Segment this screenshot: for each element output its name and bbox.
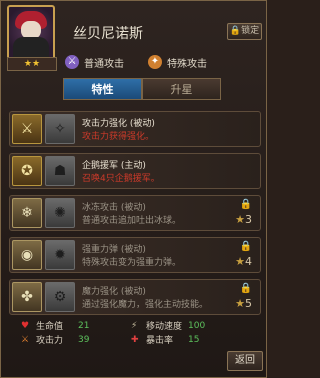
normal-attack-type: ⚔ 普通攻击: [65, 55, 124, 70]
star-icon: ★: [235, 297, 245, 310]
tab-traits[interactable]: 特性: [63, 78, 142, 100]
skill-name: 企鹅援军 (主动): [82, 161, 146, 171]
lock-icon: 🔒: [239, 241, 252, 252]
stat-row: ♥ 生命值 21 ⚡ 移动速度 100: [21, 319, 241, 333]
lock-label: 锁定: [241, 26, 260, 36]
skill-name: 冰冻攻击 (被动): [82, 203, 146, 213]
normal-attack-label: 普通攻击: [84, 58, 124, 70]
skill-name: 强重力弹 (被动): [82, 245, 146, 255]
stat-value: 100: [188, 320, 206, 331]
skill-item[interactable]: ✤ ⚙ 魔力强化 (被动) 通过强化魔力，强化主动技能。 🔒 ★5: [9, 279, 261, 315]
stat-label: 生命值: [36, 322, 64, 332]
tab-bar: 特性 升星: [63, 78, 221, 100]
stat-crit: ✚ 暴击率 15: [131, 333, 241, 347]
magic-icon: ✦: [148, 55, 162, 69]
gravity-bomb-icon: ◉: [12, 240, 42, 270]
lock-icon: 🔒: [239, 283, 252, 294]
skill-desc: 特殊攻击变为强重力弹。: [82, 258, 182, 268]
attack-boost-icon: ⚔: [12, 114, 42, 144]
rune-slot-icon: ⚙: [45, 282, 75, 312]
stat-row: ⚔ 攻击力 39 ✚ 暴击率 15: [21, 333, 241, 347]
hero-portrait[interactable]: [7, 5, 55, 61]
stat-value: 39: [78, 334, 90, 345]
hero-stars: ★★: [7, 57, 57, 71]
stat-attack: ⚔ 攻击力 39: [21, 333, 131, 347]
star-requirement: ★4: [235, 255, 252, 268]
rune-slot-icon: ✹: [45, 240, 75, 270]
boot-icon: ⚡: [131, 320, 138, 331]
tab-star-up[interactable]: 升星: [142, 78, 221, 100]
rune-slot-icon: ☗: [45, 156, 75, 186]
star-requirement-value: 3: [245, 213, 252, 226]
stat-move-speed: ⚡ 移动速度 100: [131, 319, 241, 333]
skill-item[interactable]: ✪ ☗ 企鹅援军 (主动) 召唤4只企鹅援军。: [9, 153, 261, 189]
stat-value: 21: [78, 320, 90, 331]
skill-desc: 普通攻击追加吐出冰球。: [82, 216, 182, 226]
stat-label: 攻击力: [36, 336, 64, 346]
skill-item[interactable]: ❄ ✺ 冰冻攻击 (被动) 普通攻击追加吐出冰球。 🔒 ★3: [9, 195, 261, 231]
special-attack-label: 特殊攻击: [167, 58, 207, 70]
star-requirement: ★3: [235, 213, 252, 226]
skill-desc: 攻击力获得强化。: [82, 132, 155, 142]
skill-item[interactable]: ◉ ✹ 强重力弹 (被动) 特殊攻击变为强重力弹。 🔒 ★4: [9, 237, 261, 273]
rune-slot-icon: ✺: [45, 198, 75, 228]
special-attack-type: ✦ 特殊攻击: [148, 55, 207, 70]
star-icon: ★: [235, 255, 245, 268]
star-requirement: ★5: [235, 297, 252, 310]
star-requirement-value: 5: [245, 297, 252, 310]
skill-list: ⚔ ✧ 攻击力强化 (被动) 攻击力获得强化。 ✪ ☗ 企鹅援军 (主动) 召唤…: [9, 111, 261, 321]
skill-desc: 召唤4只企鹅援军。: [82, 174, 160, 184]
rune-slot-icon: ✧: [45, 114, 75, 144]
portrait-collar: [13, 37, 49, 57]
stat-label: 移动速度: [146, 322, 183, 332]
skill-desc: 通过强化魔力，强化主动技能。: [82, 300, 209, 310]
lock-button[interactable]: 🔒锁定: [227, 23, 262, 40]
back-button[interactable]: 返回: [227, 351, 263, 371]
magic-boost-icon: ✤: [12, 282, 42, 312]
sword-icon: ⚔: [21, 334, 30, 345]
ice-attack-icon: ❄: [12, 198, 42, 228]
hero-skill-panel: ★★ 丝贝尼诺斯 🔒锁定 ⚔ 普通攻击 ✦ 特殊攻击 特性 升星 ⚔ ✧ 攻击力…: [0, 0, 267, 378]
penguin-summon-icon: ✪: [12, 156, 42, 186]
skill-name: 魔力强化 (被动): [82, 287, 146, 297]
lock-icon: 🔒: [239, 199, 252, 210]
lock-icon: 🔒: [229, 26, 242, 36]
star-icon: ★: [235, 213, 245, 226]
skill-item[interactable]: ⚔ ✧ 攻击力强化 (被动) 攻击力获得强化。: [9, 111, 261, 147]
heart-icon: ♥: [21, 320, 30, 331]
hero-name: 丝贝尼诺斯: [73, 26, 143, 42]
stat-value: 15: [188, 334, 200, 345]
cross-icon: ✚: [131, 334, 139, 345]
sword-icon: ⚔: [65, 55, 79, 69]
star-requirement-value: 4: [245, 255, 252, 268]
attack-types: ⚔ 普通攻击 ✦ 特殊攻击: [65, 53, 265, 71]
hero-stats: ♥ 生命值 21 ⚡ 移动速度 100 ⚔ 攻击力 39 ✚ 暴击率 15: [21, 319, 241, 347]
skill-name: 攻击力强化 (被动): [82, 119, 155, 129]
stat-label: 暴击率: [146, 336, 174, 346]
stat-hp: ♥ 生命值 21: [21, 319, 131, 333]
